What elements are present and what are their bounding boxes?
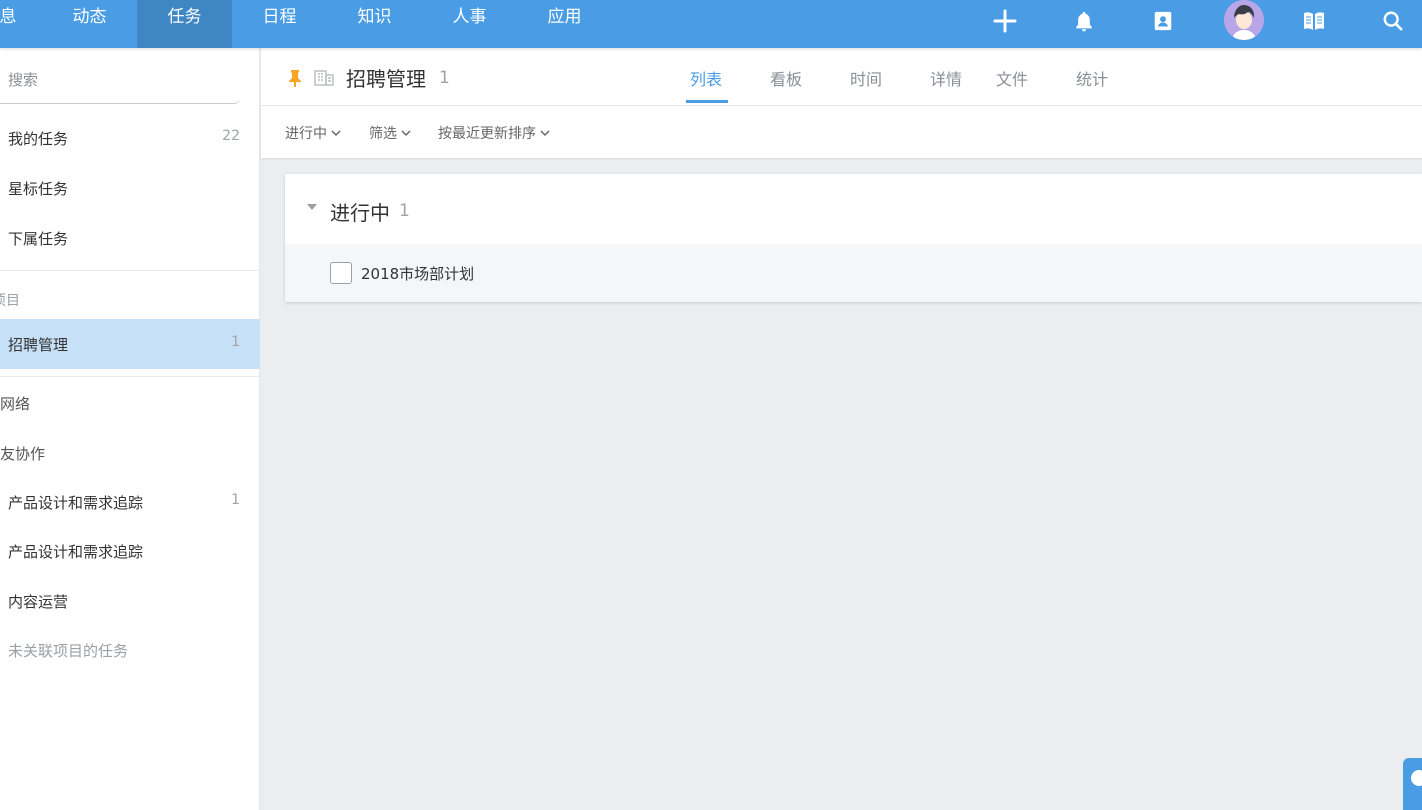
sidebar-item-label: 产品设计和需求追踪 <box>8 543 144 561</box>
filter-dropdown[interactable]: 筛选 <box>369 123 411 143</box>
project-header: 招聘管理 1 列表 看板 时间 详情 文件 统计 <box>261 48 1422 106</box>
sidebar-item-my-tasks[interactable]: 我的任务 22 <box>0 113 260 163</box>
task-checkbox[interactable] <box>330 262 352 284</box>
task-row[interactable]: 2018市场部计划 <box>285 244 1422 302</box>
sidebar-item-count: 1 <box>231 334 240 350</box>
sidebar-item-label: 产品设计和需求追踪 <box>8 494 144 512</box>
sidebar-item-content-ops[interactable]: 内容运营 <box>0 576 260 626</box>
sidebar-item-label: 我的任务 <box>8 130 69 148</box>
building-icon <box>314 68 334 90</box>
tab-timeline[interactable]: 时间 <box>850 66 882 90</box>
active-tab-indicator <box>686 100 728 103</box>
search-input[interactable] <box>8 68 228 92</box>
task-group-count: 1 <box>399 201 410 221</box>
book-icon[interactable] <box>1299 6 1329 36</box>
chevron-down-icon <box>331 129 341 136</box>
task-group-title: 进行中 <box>330 201 390 225</box>
page-title: 招聘管理 <box>346 67 426 91</box>
nav-item-schedule[interactable]: 日程 <box>232 0 327 48</box>
pin-icon[interactable] <box>288 69 302 91</box>
avatar[interactable] <box>1224 0 1264 40</box>
nav-item-apps[interactable]: 应用 <box>517 0 612 48</box>
search-icon[interactable] <box>1378 6 1408 36</box>
tab-details[interactable]: 详情 <box>930 66 962 90</box>
sidebar-item-label: 未关联项目的任务 <box>8 642 129 660</box>
sidebar-item-label: 星标任务 <box>8 180 69 198</box>
top-navbar: 息 动态 任务 日程 知识 人事 应用 <box>0 0 1422 48</box>
bell-icon[interactable] <box>1069 6 1099 36</box>
sidebar-group-collaboration[interactable]: 友协作 <box>0 443 45 464</box>
task-title: 2018市场部计划 <box>361 265 475 283</box>
chat-icon <box>1411 770 1422 786</box>
plus-icon[interactable] <box>990 6 1020 36</box>
project-task-count: 1 <box>439 68 450 88</box>
sidebar-item-unlinked-tasks[interactable]: 未关联项目的任务 <box>0 625 260 675</box>
chevron-down-icon <box>401 129 411 136</box>
sidebar-divider <box>0 270 260 271</box>
nav-item-activity[interactable]: 动态 <box>42 0 137 48</box>
sidebar-item-label: 招聘管理 <box>8 336 69 354</box>
task-group-card: 进行中 1 2018市场部计划 <box>285 174 1422 302</box>
contacts-icon[interactable] <box>1148 6 1178 36</box>
task-group-header[interactable]: 进行中 1 <box>285 174 1422 244</box>
nav-item-messages[interactable]: 息 <box>0 0 28 48</box>
section-label-projects: 项目 <box>0 293 20 309</box>
sidebar-divider <box>0 376 260 377</box>
status-filter-dropdown[interactable]: 进行中 <box>285 123 341 143</box>
chevron-down-icon <box>540 129 550 136</box>
sidebar-item-count: 22 <box>222 128 240 144</box>
nav-item-hr[interactable]: 人事 <box>422 0 517 48</box>
nav-item-knowledge[interactable]: 知识 <box>327 0 422 48</box>
filter-label: 筛选 <box>369 126 397 142</box>
caret-down-icon[interactable] <box>307 204 317 210</box>
sidebar-item-starred-tasks[interactable]: 星标任务 <box>0 163 260 213</box>
sidebar-item-recruitment[interactable]: 招聘管理 1 <box>0 319 260 369</box>
nav-item-tasks[interactable]: 任务 <box>137 0 232 48</box>
sidebar-search <box>0 58 240 104</box>
sidebar-item-product-design-2[interactable]: 产品设计和需求追踪 <box>0 526 260 576</box>
sidebar-item-count: 1 <box>231 492 240 508</box>
tab-files[interactable]: 文件 <box>996 66 1028 90</box>
tab-statistics[interactable]: 统计 <box>1076 66 1108 90</box>
sort-dropdown[interactable]: 按最近更新排序 <box>438 123 550 143</box>
tab-kanban[interactable]: 看板 <box>770 66 802 90</box>
sidebar-item-subordinate-tasks[interactable]: 下属任务 <box>0 213 260 263</box>
sidebar-item-label: 下属任务 <box>8 230 69 248</box>
sidebar-item-label: 内容运营 <box>8 593 69 611</box>
sidebar-group-network[interactable]: 网络 <box>0 393 30 414</box>
sidebar: 我的任务 22 星标任务 下属任务 项目 招聘管理 1 网络 友协作 产品设计和… <box>0 48 260 810</box>
status-filter-label: 进行中 <box>285 126 327 142</box>
help-chat-button[interactable] <box>1403 758 1422 810</box>
filter-bar: 进行中 筛选 按最近更新排序 <box>261 106 1422 158</box>
sort-label: 按最近更新排序 <box>438 126 536 142</box>
tab-list[interactable]: 列表 <box>690 66 722 90</box>
sidebar-item-product-design[interactable]: 产品设计和需求追踪 1 <box>0 477 260 527</box>
